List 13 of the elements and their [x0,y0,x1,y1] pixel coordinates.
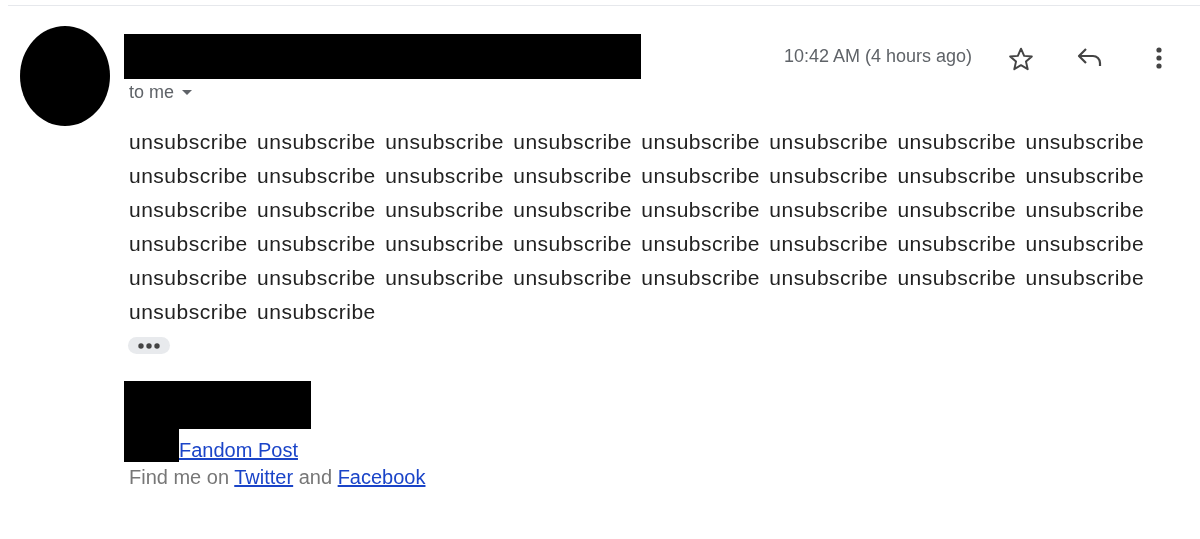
ellipsis-icon [137,342,161,349]
message-body: unsubscribe unsubscribe unsubscribe unsubscribe unsubscribe unsubscribe unsubscribe unsubscribe unsubscribe unsubscribe unsubscribe unsubscribe unsubscribe unsubscribe unsubscribe unsubscribe unsubscribe unsubscribe unsubscribe unsubscribe unsubscribe unsubscribe unsubscribe unsubscribe unsubscribe unsubscribe unsubscribe unsubscribe unsubscribe unsubscribe unsubscribe unsubscribe unsubscribe unsubscribe unsubscribe unsubscribe unsubscribe unsubscribe unsubscribe unsubscribe unsubscribe unsubscribe [129,129,1146,325]
facebook-link[interactable]: Facebook [337,466,426,488]
fandom-post-link[interactable]: Fandom Post [179,439,298,462]
social-links-text: Find me on Twitter and Facebook [129,466,427,489]
caret-icon [182,90,193,95]
twitter-link[interactable]: Twitter [234,466,294,488]
reply-icon[interactable] [1076,46,1104,68]
star-icon[interactable] [1008,46,1034,72]
more-options-icon[interactable] [1156,46,1162,70]
recipient-dropdown[interactable]: to me [124,82,193,103]
show-trimmed-button[interactable] [128,337,170,354]
message-time: 10:42 AM (4 hours ago) [783,46,972,67]
